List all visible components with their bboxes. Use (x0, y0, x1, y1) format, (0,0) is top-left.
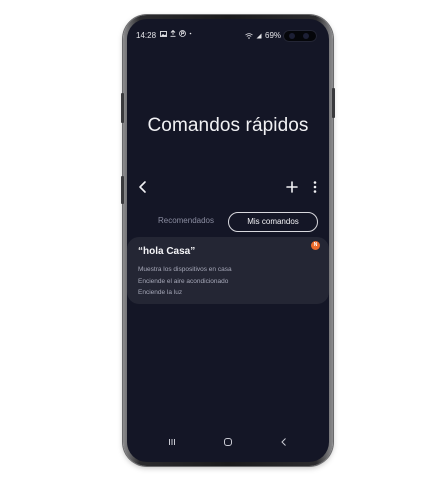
phone-screen: 14:28 69% Comandos rápidos Recomendados … (127, 19, 329, 462)
status-bar: 14:28 69% (127, 19, 329, 42)
new-badge: N (311, 241, 320, 250)
image-icon (160, 30, 167, 37)
stage: 14:28 69% Comandos rápidos Recomendados … (0, 0, 446, 479)
status-system-icons: 69% (245, 31, 288, 40)
more-vertical-icon[interactable] (311, 180, 319, 194)
command-actions-list: Muestra los dispositivos en casa Enciend… (138, 264, 232, 299)
back-icon[interactable] (279, 437, 289, 447)
upload-icon (170, 30, 176, 37)
page-title: Comandos rápidos (147, 115, 309, 136)
signal-icon (256, 33, 262, 38)
status-notification-icons (160, 30, 192, 37)
command-title: “hola Casa” (138, 246, 196, 257)
battery-percent: 69% (265, 31, 282, 40)
wifi-icon (245, 32, 253, 39)
p-circle-icon (179, 30, 186, 37)
recents-icon[interactable] (167, 437, 177, 447)
command-action: Enciende el aire acondicionado (138, 277, 229, 285)
plus-icon[interactable] (285, 180, 299, 194)
dot-icon (189, 32, 192, 35)
command-tabs: Recomendados Mis comandos (127, 212, 329, 232)
status-time: 14:28 (136, 31, 157, 40)
power-button (332, 88, 335, 118)
tab-recomendados[interactable]: Recomendados (141, 212, 231, 230)
navigation-bar (127, 435, 329, 451)
tab-mis-comandos[interactable]: Mis comandos (228, 212, 318, 232)
front-camera (283, 30, 317, 42)
bixby-button (121, 176, 124, 204)
volume-button (121, 93, 124, 123)
quick-command-card[interactable]: “hola Casa” N Muestra los dispositivos e… (127, 237, 329, 304)
home-icon[interactable] (223, 437, 233, 447)
command-action: Enciende la luz (138, 289, 183, 296)
command-action: Muestra los dispositivos en casa (138, 266, 232, 273)
back-chevron-icon[interactable] (135, 179, 151, 195)
